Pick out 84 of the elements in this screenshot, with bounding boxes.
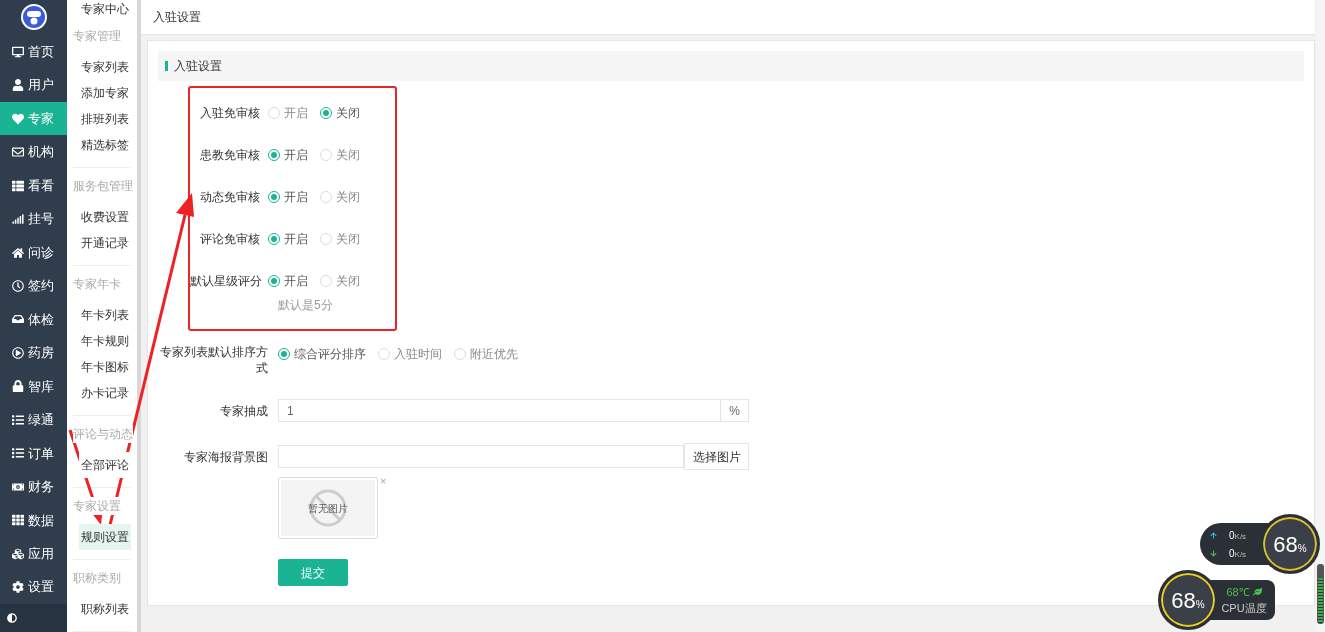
field-label: 评论免审核 bbox=[199, 231, 261, 248]
radio-option[interactable]: 开启 bbox=[268, 104, 308, 122]
submenu-heading: 职称类别 bbox=[73, 569, 121, 587]
field-label: 专家海报背景图 bbox=[183, 448, 269, 466]
nav-item[interactable]: 药房 bbox=[0, 336, 67, 370]
submenu-item[interactable]: 规则设置 bbox=[79, 524, 131, 550]
banknote-icon bbox=[12, 480, 24, 493]
cubes-icon bbox=[12, 547, 24, 560]
radio-option[interactable]: 开启 bbox=[268, 146, 308, 164]
settings-icon bbox=[12, 581, 24, 594]
field-label: 默认星级评分 bbox=[190, 273, 263, 290]
radio-option[interactable]: 开启 bbox=[268, 188, 308, 206]
heart-icon bbox=[12, 112, 24, 125]
nav-item[interactable]: 财务 bbox=[0, 470, 67, 504]
submenu-heading: 专家年卡 bbox=[73, 275, 121, 293]
theme-icon[interactable] bbox=[7, 613, 17, 623]
field-label: 患教免审核 bbox=[199, 147, 261, 164]
download-speed: 0K/s bbox=[1229, 546, 1247, 561]
preview-text: 暂无图片 bbox=[308, 501, 348, 516]
radio-option[interactable]: 关闭 bbox=[320, 188, 360, 206]
submenu-heading: 评论与动态 bbox=[73, 425, 133, 443]
memory-percent: 68% bbox=[1273, 530, 1307, 559]
nav-item[interactable]: 数据 bbox=[0, 503, 67, 537]
nav-item[interactable]: 签约 bbox=[0, 269, 67, 303]
page-title: 入驻设置 bbox=[153, 9, 201, 26]
radio-option[interactable]: 关闭 bbox=[320, 146, 360, 164]
nav-item[interactable]: 看看 bbox=[0, 168, 67, 203]
field-label: 专家抽成 bbox=[219, 402, 269, 420]
tray-icon bbox=[12, 313, 24, 326]
scrollbar-thumb[interactable] bbox=[1317, 564, 1324, 624]
no-image-icon bbox=[308, 488, 348, 528]
nav-item[interactable]: 挂号 bbox=[0, 202, 67, 236]
nav-item[interactable]: 设置 bbox=[0, 570, 67, 604]
user-icon bbox=[12, 79, 24, 92]
field-label: 动态免审核 bbox=[199, 189, 261, 206]
radio-option[interactable]: 入驻时间 bbox=[378, 345, 442, 363]
image-path-field[interactable] bbox=[278, 445, 684, 468]
home-icon bbox=[12, 246, 24, 259]
download-arrow-icon bbox=[1210, 549, 1217, 557]
submenu-item[interactable]: 全部评论 bbox=[79, 452, 131, 478]
section-title: 入驻设置 bbox=[174, 58, 222, 75]
radio-option[interactable]: 关闭 bbox=[320, 230, 360, 248]
envelope-icon bbox=[12, 146, 24, 159]
hint-text: 默认是5分 bbox=[278, 297, 334, 314]
nav-item[interactable]: 机构 bbox=[0, 135, 67, 169]
nav-item[interactable]: 应用 bbox=[0, 537, 67, 571]
list-icon bbox=[12, 447, 24, 460]
cpu-temperature: 68℃ bbox=[1226, 583, 1262, 600]
choose-image-button[interactable]: 选择图片 bbox=[684, 443, 749, 470]
nav-item[interactable]: 订单 bbox=[0, 436, 67, 471]
signal-icon bbox=[12, 213, 24, 226]
lock-icon bbox=[12, 380, 24, 393]
submenu-heading: 专家管理 bbox=[73, 27, 121, 45]
play-icon bbox=[12, 346, 24, 359]
submenu-title: 专家中心 bbox=[80, 1, 130, 18]
list-icon bbox=[12, 413, 24, 426]
upload-speed: 0K/s bbox=[1229, 528, 1247, 543]
radio-option[interactable]: 综合评分排序 bbox=[278, 345, 366, 363]
commission-field[interactable]: 1 % bbox=[278, 399, 749, 422]
submenu-heading: 专家设置 bbox=[73, 497, 121, 515]
cpu-label: CPU温度 bbox=[1221, 601, 1267, 616]
monitor-icon bbox=[12, 45, 24, 58]
cpu-percent: 68% bbox=[1171, 586, 1205, 615]
submenu-heading: 服务包管理 bbox=[73, 177, 133, 195]
unit-addon: % bbox=[720, 400, 748, 421]
upload-arrow-icon bbox=[1210, 531, 1217, 539]
logo-icon bbox=[19, 3, 48, 32]
nav-item[interactable]: 问诊 bbox=[0, 235, 67, 270]
radio-option[interactable]: 关闭 bbox=[320, 104, 360, 122]
field-label: 专家列表默认排序方式 bbox=[159, 344, 269, 376]
radio-option[interactable]: 关闭 bbox=[320, 272, 360, 290]
nav-item[interactable]: 绿通 bbox=[0, 403, 67, 437]
radio-option[interactable]: 附近优先 bbox=[454, 345, 518, 363]
clock-icon bbox=[12, 280, 24, 292]
nav-item[interactable]: 体检 bbox=[0, 302, 67, 337]
grid-icon bbox=[12, 514, 24, 527]
radio-option[interactable]: 开启 bbox=[268, 272, 308, 290]
leaf-icon bbox=[1252, 587, 1262, 597]
nav-item[interactable]: 智库 bbox=[0, 369, 67, 404]
list-icon bbox=[12, 179, 24, 192]
nav-item[interactable]: 首页 bbox=[0, 34, 67, 69]
field-label: 入驻免审核 bbox=[199, 105, 261, 122]
radio-option[interactable]: 开启 bbox=[268, 230, 308, 248]
nav-item[interactable]: 用户 bbox=[0, 68, 67, 102]
